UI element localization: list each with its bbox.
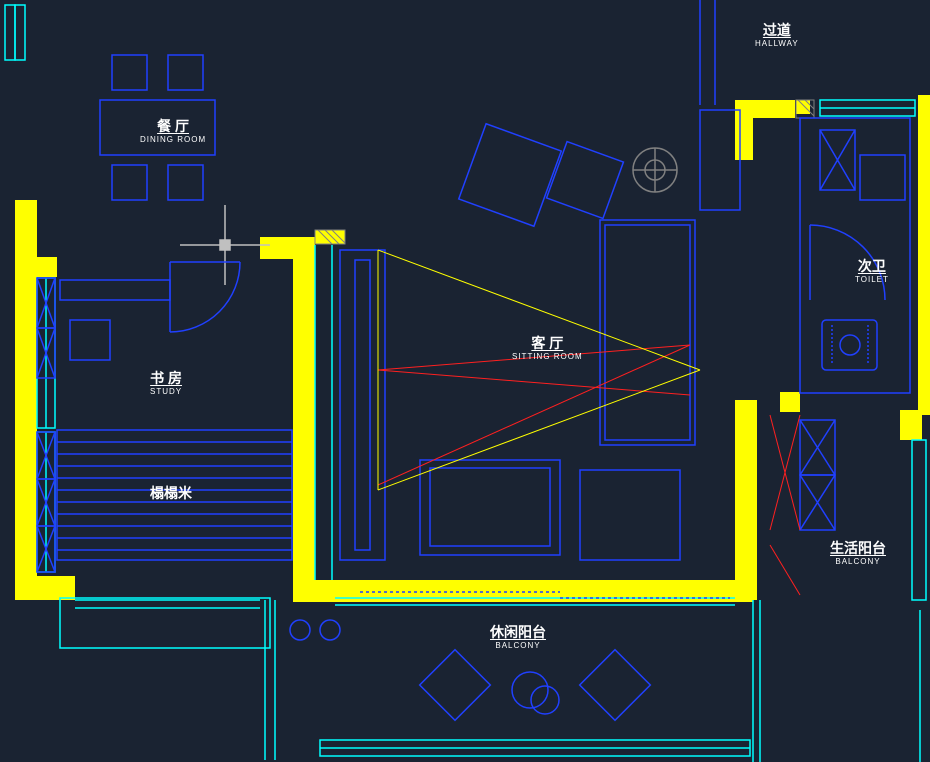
view-cone — [378, 250, 700, 490]
study-furniture — [60, 280, 170, 360]
crosshair-marker — [180, 205, 270, 285]
sofa-set — [420, 124, 695, 560]
toilet-room — [800, 118, 910, 393]
balcony-chairs — [420, 650, 651, 721]
floorplan-canvas[interactable] — [0, 0, 930, 762]
study-door — [170, 262, 240, 332]
dining-set — [100, 55, 215, 200]
life-balcony-panels — [800, 420, 835, 530]
tatami-platform — [57, 430, 292, 560]
windows-layer — [5, 5, 926, 762]
ceiling-fixture — [633, 148, 677, 192]
